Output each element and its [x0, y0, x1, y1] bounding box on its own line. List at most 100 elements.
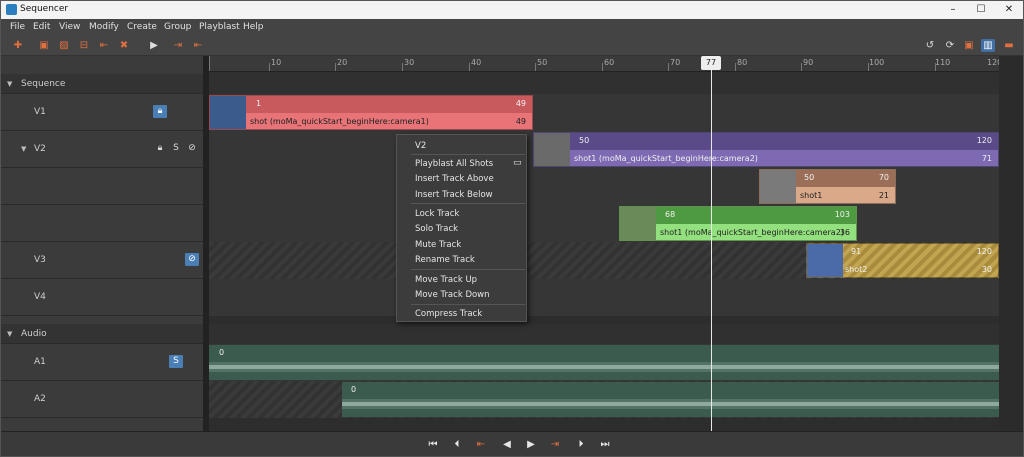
track-context-menu: V2 Playblast All Shots ▭ Insert Track Ab…: [396, 134, 527, 322]
track-label-v3: V3: [34, 255, 46, 265]
audio-clip[interactable]: 0: [209, 345, 999, 380]
menu-view[interactable]: View: [59, 22, 80, 32]
audio-section[interactable]: ▼ Audio: [1, 324, 203, 344]
option-box-icon[interactable]: ▭: [513, 158, 522, 168]
stripe-shot-icon[interactable]: ▨: [57, 39, 71, 52]
shot-clip[interactable]: 50 120 shot1 (moMa_quickStart_beginHere:…: [533, 132, 999, 167]
menu-group[interactable]: Group: [164, 22, 191, 32]
menu-item-insert-track-above[interactable]: Insert Track Above: [415, 174, 494, 184]
lock-icon[interactable]: 🔒︎: [153, 142, 167, 155]
sequence-section[interactable]: ▼ Sequence: [1, 74, 203, 94]
mute-icon[interactable]: ⊘: [185, 253, 199, 266]
clip-thumbnail: [760, 170, 796, 203]
lane-v2-sub2[interactable]: [209, 205, 999, 242]
mute-icon[interactable]: ⊘: [185, 142, 199, 155]
clip-start: 1: [256, 99, 262, 108]
ruler-label: 70: [670, 58, 681, 67]
move-shot-icon[interactable]: ⇤: [97, 39, 111, 52]
menu-edit[interactable]: Edit: [33, 22, 50, 32]
shot-view-icon[interactable]: ▬: [1002, 39, 1016, 52]
menu-item-move-track-down[interactable]: Move Track Down: [415, 290, 490, 300]
menu-modify[interactable]: Modify: [89, 22, 119, 32]
track-label-v2: V2: [34, 144, 46, 154]
lane-v4[interactable]: [209, 279, 999, 316]
menu-help[interactable]: Help: [243, 22, 264, 32]
camera-sequencer-icon[interactable]: ▣: [962, 39, 976, 52]
menu-item-rename-track[interactable]: Rename Track: [415, 255, 475, 265]
next-shot-icon[interactable]: ⇥: [547, 438, 563, 452]
track-row-v2[interactable]: ▼ V2 🔒︎ S ⊘: [1, 131, 203, 168]
step-forward-icon[interactable]: ⏵: [573, 438, 589, 452]
vertical-scrollbar[interactable]: [999, 56, 1023, 431]
ruler-tick: [535, 63, 536, 71]
split-shot-icon[interactable]: ⊟: [77, 39, 91, 52]
previous-shot-icon[interactable]: ⇤: [473, 438, 489, 452]
clip-thumbnail: [620, 207, 656, 240]
play-forward-icon[interactable]: ▶: [523, 438, 539, 452]
create-shot-camera-icon[interactable]: ▣: [37, 39, 51, 52]
shot-clip[interactable]: 50 70 shot1 21: [759, 169, 896, 204]
lock-icon[interactable]: 🔒︎: [153, 105, 167, 118]
timeline-area[interactable]: 1 10 20 30 40 50 60 70 80 90 100 110 120: [209, 56, 999, 431]
solo-icon[interactable]: S: [169, 142, 183, 155]
go-to-start-icon[interactable]: ⏮: [425, 438, 441, 452]
collapse-arrow-icon[interactable]: ▼: [7, 330, 12, 338]
expand-arrow-icon[interactable]: ▼: [21, 145, 26, 153]
create-shot-icon[interactable]: ✚: [11, 39, 25, 52]
minimize-button[interactable]: –: [939, 2, 967, 18]
playblast-icon[interactable]: ▶: [147, 39, 161, 52]
menu-item-mute-track[interactable]: Mute Track: [415, 240, 461, 250]
delete-shot-icon[interactable]: ✖: [117, 39, 131, 52]
menu-item-insert-track-below[interactable]: Insert Track Below: [415, 190, 493, 200]
clip-name: shot1: [800, 191, 823, 200]
track-row-a1[interactable]: A1 S: [1, 344, 203, 381]
menu-item-solo-track[interactable]: Solo Track: [415, 224, 458, 234]
menu-item-playblast-all-shots[interactable]: Playblast All Shots: [415, 159, 493, 169]
ruler-label: 80: [737, 58, 748, 67]
menu-item-compress-track[interactable]: Compress Track: [415, 309, 482, 319]
play-backward-icon[interactable]: ◀: [499, 438, 515, 452]
ruler-tick: [602, 63, 603, 71]
playhead-frame-marker[interactable]: 77: [701, 56, 721, 70]
menu-file[interactable]: File: [10, 22, 25, 32]
ruler-label: 20: [337, 58, 348, 67]
clip-start: 91: [851, 247, 862, 256]
clip-end: 103: [834, 210, 850, 219]
menu-item-lock-track[interactable]: Lock Track: [415, 209, 459, 219]
close-button[interactable]: ✕: [995, 2, 1023, 18]
refresh-icon[interactable]: ⟳: [943, 39, 957, 52]
track-view-icon[interactable]: ▥: [981, 39, 995, 52]
clip-duration: 49: [515, 117, 526, 126]
clip-start: 50: [579, 136, 590, 145]
ruler-tick: [668, 63, 669, 71]
menu-playblast[interactable]: Playblast: [199, 22, 240, 32]
shot-clip[interactable]: 68 103 shot1 (moMa_quickStart_beginHere:…: [619, 206, 857, 241]
playhead-line[interactable]: [711, 56, 712, 431]
audio-clip[interactable]: 0: [342, 382, 999, 417]
step-back-icon[interactable]: ⏴: [449, 438, 465, 452]
clip-thumbnail: [534, 133, 570, 166]
bracket-left-icon[interactable]: ⇥: [171, 39, 185, 52]
bracket-right-icon[interactable]: ⇤: [191, 39, 205, 52]
collapse-arrow-icon[interactable]: ▼: [7, 80, 12, 88]
shot-clip[interactable]: 1 49 shot (moMa_quickStart_beginHere:cam…: [209, 95, 533, 130]
menu-create[interactable]: Create: [127, 22, 157, 32]
track-row-v3[interactable]: V3 ⊘: [1, 242, 203, 279]
ruler-label: 40: [471, 58, 482, 67]
history-icon[interactable]: ↺: [923, 39, 937, 52]
shot-clip[interactable]: 91 120 shot2 30: [806, 243, 999, 278]
ruler-label: 100: [869, 58, 885, 67]
menu-item-move-track-up[interactable]: Move Track Up: [415, 275, 477, 285]
go-to-end-icon[interactable]: ⏭: [597, 438, 613, 452]
track-row-a2[interactable]: A2: [1, 381, 203, 418]
sequencer-window: Sequencer – ☐ ✕ File Edit View Modify Cr…: [0, 0, 1024, 457]
maximize-button[interactable]: ☐: [967, 2, 995, 18]
clip-end: 120: [976, 247, 992, 256]
track-row-v1[interactable]: V1 🔒︎: [1, 94, 203, 131]
solo-icon[interactable]: S: [169, 355, 183, 368]
clip-name: shot1 (moMa_quickStart_beginHere:camera2…: [574, 154, 758, 163]
track-row-v4[interactable]: V4: [1, 279, 203, 316]
ruler-label: 120: [987, 58, 999, 67]
toolbar: ✚ ▣ ▨ ⊟ ⇤ ✖ ▶ ⇥ ⇤ ↺ ⟳ ▣ ▥ ▬: [1, 36, 1023, 56]
time-ruler[interactable]: 1 10 20 30 40 50 60 70 80 90 100 110 120: [209, 56, 999, 72]
